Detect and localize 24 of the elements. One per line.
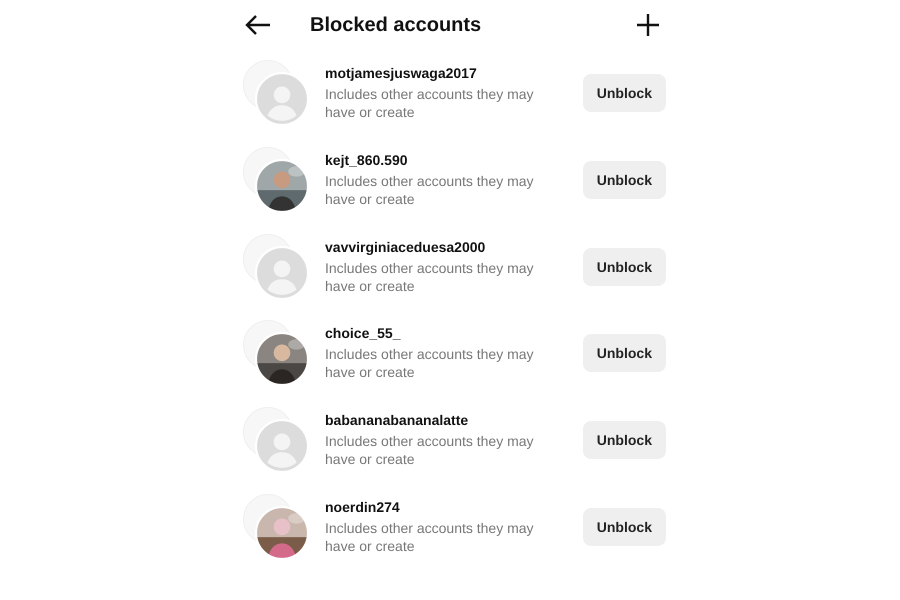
- account-note: Includes other accounts they may have or create: [325, 432, 535, 468]
- account-note: Includes other accounts they may have or create: [325, 345, 535, 382]
- username[interactable]: motjamesjuswaga2017: [325, 65, 565, 82]
- username[interactable]: noerdin274: [325, 498, 565, 515]
- account-note: Includes other accounts they may have or create: [325, 258, 535, 295]
- page-title: Blocked accounts: [310, 14, 482, 36]
- account-note: Includes other accounts they may have or create: [325, 85, 535, 122]
- default-avatar-icon: [255, 246, 309, 300]
- username[interactable]: babananabananalatte: [325, 412, 565, 428]
- back-icon[interactable]: [244, 13, 272, 37]
- unblock-button[interactable]: Unblock: [582, 74, 666, 112]
- unblock-button[interactable]: Unblock: [582, 334, 666, 372]
- unblock-button[interactable]: Unblock: [582, 421, 666, 460]
- default-avatar-icon: [255, 72, 309, 126]
- add-icon[interactable]: [636, 13, 660, 37]
- username[interactable]: choice_55_: [325, 325, 565, 342]
- username[interactable]: vavvirginiaceduesa2000: [325, 238, 565, 255]
- account-note: Includes other accounts they may have or create: [325, 172, 535, 208]
- username[interactable]: kejt_860.590: [325, 152, 565, 168]
- unblock-button[interactable]: Unblock: [582, 508, 666, 546]
- unblock-button[interactable]: Unblock: [582, 161, 666, 200]
- account-note: Includes other accounts they may have or create: [325, 518, 535, 555]
- unblock-button[interactable]: Unblock: [582, 248, 666, 286]
- default-avatar-icon: [255, 419, 309, 474]
